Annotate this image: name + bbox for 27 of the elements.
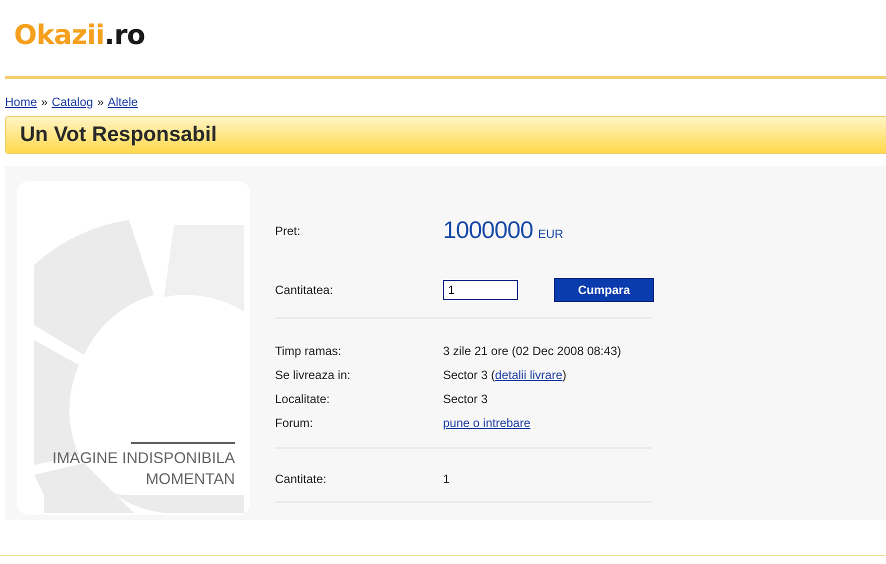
breadcrumb-separator: » (41, 95, 48, 109)
breadcrumb-link[interactable]: Altele (108, 95, 138, 109)
image-caption: MOMENTAN (144, 470, 235, 490)
breadcrumb-link[interactable]: Home (5, 95, 38, 109)
field-label: Se livreaza in: (275, 368, 352, 382)
field-label: Forum: (275, 416, 314, 430)
field-value: Sector 3 ( (443, 368, 496, 382)
field-value: Sector 3 (443, 392, 488, 406)
field-value: ) (562, 368, 566, 382)
currency: EUR (538, 227, 564, 241)
price-amount: 1000000 (443, 217, 533, 245)
field-value: 3 zile 21 ore (02 Dec 2008 08:43) (443, 344, 622, 358)
ask-question-link[interactable]: pune o intrebare (443, 416, 530, 430)
breadcrumb-separator: » (97, 95, 104, 109)
field-value: 1 (443, 472, 450, 486)
site-logo[interactable]: Okazii.ro (14, 20, 145, 50)
breadcrumb-link[interactable]: Catalog (52, 95, 94, 109)
field-label: Cantitatea: (275, 283, 334, 297)
field-label: Timp ramas: (275, 344, 342, 358)
product-title: Un Vot Responsabil (20, 123, 217, 147)
field-label: Pret: (275, 224, 302, 238)
field-label: Localitate: (275, 392, 331, 406)
buy-button[interactable]: Cumpara (554, 278, 654, 302)
field-label: Cantitate: (275, 472, 328, 486)
quantity-input[interactable]: 1 (443, 280, 518, 300)
image-caption: IMAGINE INDISPONIBILA (52, 449, 235, 469)
delivery-link[interactable]: detalii livrare (495, 368, 562, 382)
